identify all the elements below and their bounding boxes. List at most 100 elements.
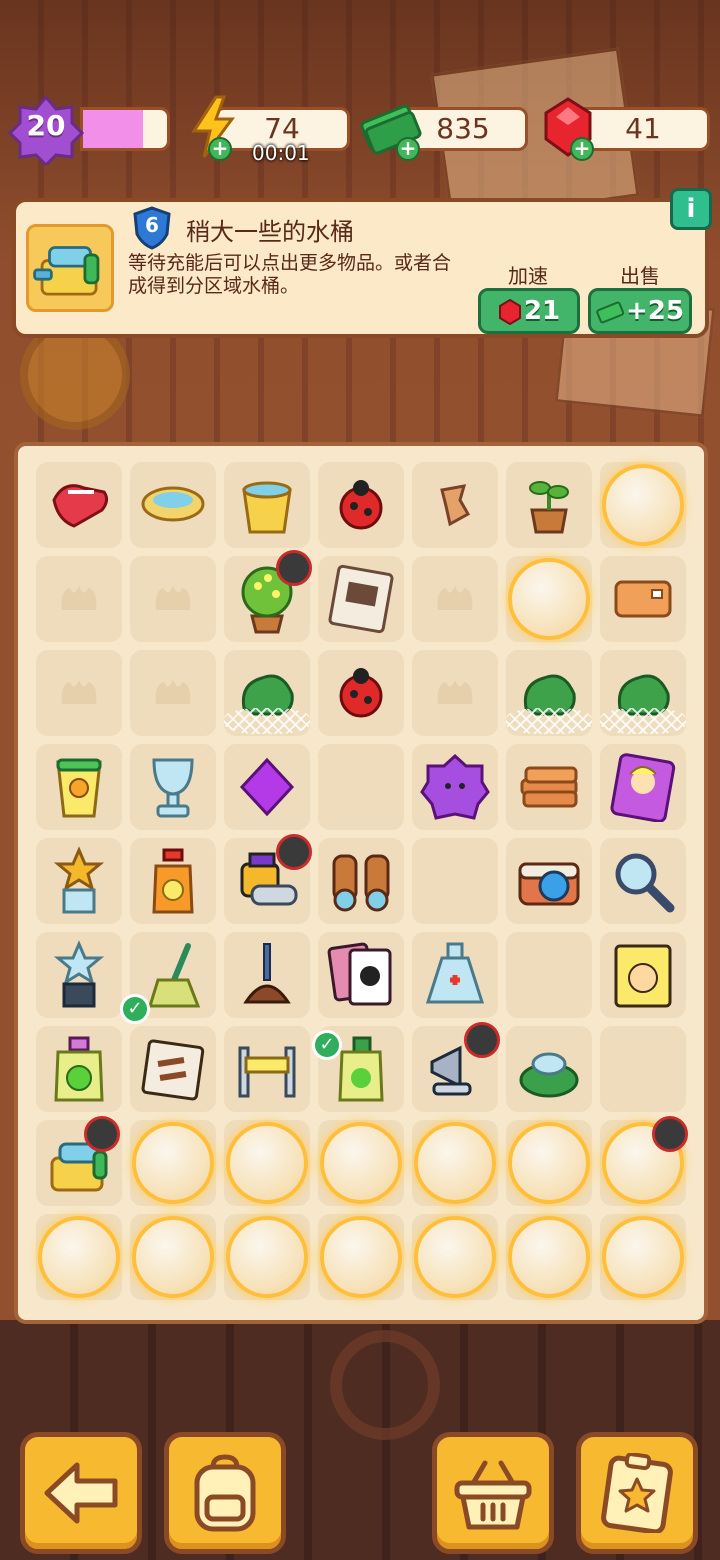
wood-scrap-icon[interactable] [420, 470, 490, 540]
board-cell[interactable] [130, 838, 216, 924]
bubble-item-icon[interactable] [414, 1122, 496, 1204]
board-cell[interactable] [600, 1214, 686, 1300]
board-cell[interactable] [506, 932, 592, 1018]
board-cell[interactable] [412, 650, 498, 736]
board-cell[interactable] [318, 556, 404, 642]
board-cell[interactable] [224, 932, 310, 1018]
board-cell[interactable] [600, 650, 686, 736]
board-cell[interactable] [506, 744, 592, 830]
back-button[interactable] [20, 1432, 142, 1554]
board-cell[interactable] [318, 462, 404, 548]
star-trophy-icon[interactable] [44, 940, 114, 1010]
bowl-icon[interactable] [138, 470, 208, 540]
purple-gem-icon[interactable] [232, 752, 302, 822]
basket-button[interactable] [432, 1432, 554, 1554]
purple-star-icon[interactable] [420, 752, 490, 822]
binoculars-icon[interactable] [326, 846, 396, 916]
ladybug-icon[interactable] [326, 658, 396, 728]
cloth-icon[interactable] [608, 564, 678, 634]
sell-button[interactable]: +25 [588, 288, 692, 334]
board-cell[interactable] [506, 1026, 592, 1112]
sprout-pot-icon[interactable] [514, 470, 584, 540]
add-energy-button[interactable]: + [208, 137, 232, 161]
board-cell[interactable] [224, 1214, 310, 1300]
board-cell[interactable] [224, 1026, 310, 1112]
board-cell[interactable] [318, 838, 404, 924]
board-cell[interactable] [600, 838, 686, 924]
board-cell[interactable] [36, 1026, 122, 1112]
cards-icon[interactable] [326, 940, 396, 1010]
board-cell[interactable] [506, 462, 592, 548]
bubble-item-icon[interactable] [602, 1216, 684, 1298]
bag-icon[interactable] [138, 1034, 208, 1104]
board-cell[interactable] [600, 556, 686, 642]
bubble-item-icon[interactable] [508, 1122, 590, 1204]
board-cell[interactable] [36, 462, 122, 548]
board-cell[interactable] [318, 744, 404, 830]
board-cell[interactable] [506, 1120, 592, 1206]
board-cell[interactable] [36, 744, 122, 830]
bubble-item-icon[interactable] [226, 1216, 308, 1298]
board-cell[interactable] [412, 838, 498, 924]
board-cell[interactable] [224, 744, 310, 830]
bubble-item-icon[interactable] [320, 1216, 402, 1298]
speedup-button[interactable]: 21 [478, 288, 580, 334]
camera-icon[interactable] [514, 846, 584, 916]
tasks-button[interactable] [576, 1432, 698, 1554]
board-cell[interactable] [224, 650, 310, 736]
bubble-item-icon[interactable] [226, 1122, 308, 1204]
board-cell[interactable] [600, 1026, 686, 1112]
board-cell[interactable] [36, 650, 122, 736]
board-cell[interactable] [412, 1214, 498, 1300]
board-cell[interactable] [506, 1214, 592, 1300]
board-cell[interactable] [412, 462, 498, 548]
board-cell[interactable] [412, 932, 498, 1018]
board-cell[interactable] [600, 932, 686, 1018]
board-cell[interactable] [318, 932, 404, 1018]
board-cell[interactable] [318, 650, 404, 736]
gem-counter[interactable]: 41 [576, 107, 710, 151]
info-button[interactable]: i [670, 188, 712, 230]
board-cell[interactable] [36, 932, 122, 1018]
board-cell[interactable] [130, 744, 216, 830]
bubble-item-icon[interactable] [320, 1122, 402, 1204]
bubble-item-icon[interactable] [38, 1216, 120, 1298]
wanted-poster-icon[interactable] [326, 564, 396, 634]
bucket-icon[interactable] [232, 470, 302, 540]
board-cell[interactable] [36, 838, 122, 924]
juice-cup-icon[interactable] [44, 752, 114, 822]
portrait-icon[interactable] [608, 752, 678, 822]
board-cell[interactable] [412, 744, 498, 830]
detergent-icon[interactable] [44, 1034, 114, 1104]
board-cell[interactable] [506, 650, 592, 736]
add-gem-button[interactable]: + [570, 137, 594, 161]
detective-card-icon[interactable] [608, 940, 678, 1010]
magnifier-icon[interactable] [608, 846, 678, 916]
gold-trophy-icon[interactable] [44, 846, 114, 916]
juice-bottle-icon[interactable] [138, 846, 208, 916]
board-cell[interactable] [318, 1214, 404, 1300]
dust-pile-icon[interactable] [514, 1034, 584, 1104]
board-cell[interactable] [130, 556, 216, 642]
bubble-item-icon[interactable] [602, 464, 684, 546]
bubble-item-icon[interactable] [414, 1216, 496, 1298]
gloves-icon[interactable] [44, 470, 114, 540]
board-cell[interactable] [130, 1120, 216, 1206]
barrier-icon[interactable] [232, 1034, 302, 1104]
potion-icon[interactable] [420, 940, 490, 1010]
board-cell[interactable] [506, 556, 592, 642]
ladybug-icon[interactable] [326, 470, 396, 540]
board-cell[interactable] [224, 1120, 310, 1206]
backpack-button[interactable] [164, 1432, 286, 1554]
board-cell[interactable] [506, 838, 592, 924]
bubble-item-icon[interactable] [508, 558, 590, 640]
bubble-item-icon[interactable] [132, 1122, 214, 1204]
bubble-item-icon[interactable] [508, 1216, 590, 1298]
cloth-stack-icon[interactable] [514, 752, 584, 822]
board-cell[interactable] [318, 1120, 404, 1206]
plunger-icon[interactable] [232, 940, 302, 1010]
board-cell[interactable] [130, 650, 216, 736]
board-cell[interactable] [224, 462, 310, 548]
add-cash-button[interactable]: + [396, 137, 420, 161]
broom-icon[interactable] [138, 940, 208, 1010]
